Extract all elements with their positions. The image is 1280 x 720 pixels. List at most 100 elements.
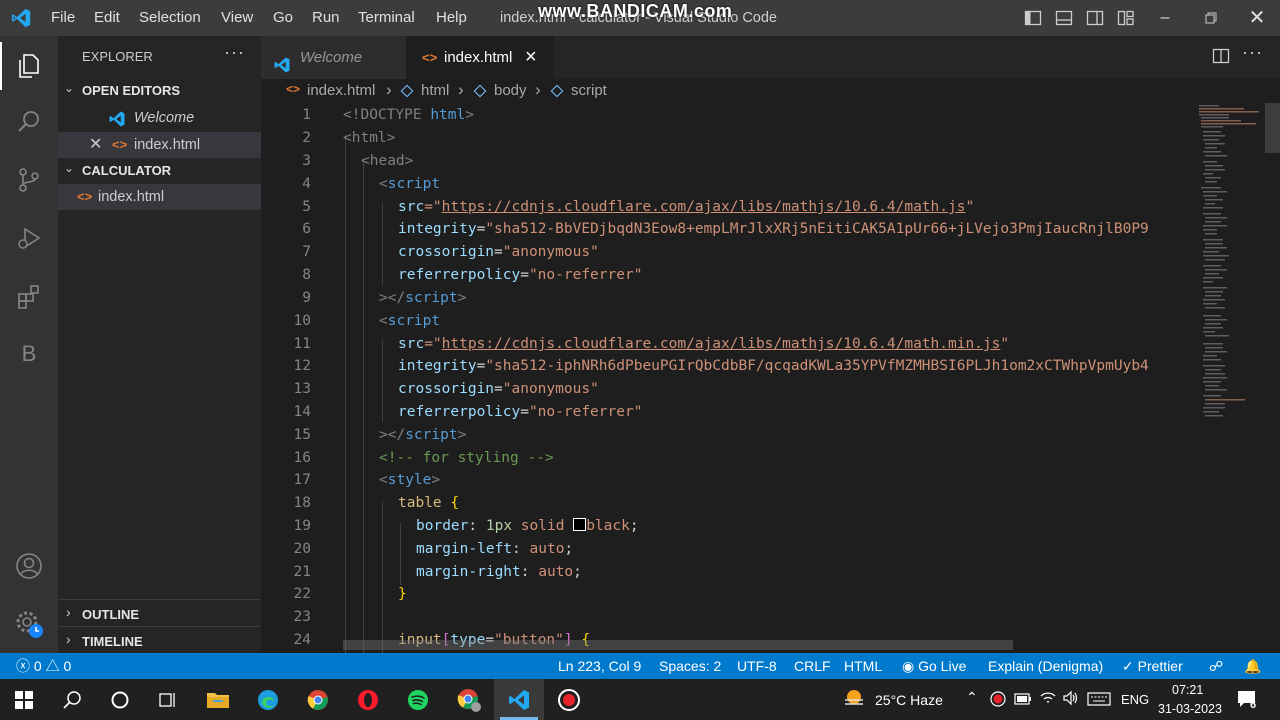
- input-language[interactable]: ENG: [1121, 692, 1149, 707]
- bandicam-tray-icon[interactable]: [990, 691, 1006, 707]
- weather-text[interactable]: 25°C Haze: [875, 692, 943, 708]
- close-icon[interactable]: ✕: [89, 132, 102, 158]
- timeline-section[interactable]: › TIMELINE: [58, 629, 261, 653]
- code-line: margin-left: auto;: [416, 541, 574, 557]
- divider: [58, 599, 261, 600]
- chrome-profile-icon[interactable]: [449, 679, 489, 720]
- search-icon[interactable]: [52, 679, 92, 720]
- tab-welcome[interactable]: Welcome: [261, 36, 406, 79]
- clock-date[interactable]: 31-03-2023: [1158, 702, 1222, 716]
- menu-selection[interactable]: Selection: [139, 0, 201, 36]
- chevron-up-icon[interactable]: ⌃: [966, 689, 978, 706]
- spotify-icon[interactable]: [398, 679, 438, 720]
- color-swatch[interactable]: [573, 518, 587, 531]
- toggle-secondary-sidebar-icon[interactable]: [1086, 9, 1104, 27]
- feedback-icon[interactable]: ☍: [1209, 653, 1223, 679]
- cortana-icon[interactable]: [100, 679, 140, 720]
- code-line: src="https://cdnjs.cloudflare.com/ajax/l…: [398, 199, 975, 215]
- search-icon[interactable]: [0, 98, 58, 146]
- menu-run[interactable]: Run: [312, 0, 340, 36]
- keyboard-icon[interactable]: [1087, 692, 1111, 706]
- clock-time[interactable]: 07:21: [1172, 683, 1203, 697]
- line-number: 7: [302, 244, 311, 260]
- bandicam-record-icon[interactable]: [549, 679, 589, 720]
- maximize-button[interactable]: [1188, 0, 1234, 36]
- menu-file[interactable]: File: [51, 0, 75, 36]
- indent-guide: [382, 340, 383, 422]
- encoding[interactable]: UTF-8: [737, 653, 777, 679]
- toggle-panel-icon[interactable]: [1055, 9, 1073, 27]
- file-index-html[interactable]: <> index.html: [58, 184, 261, 210]
- minimize-button[interactable]: –: [1142, 0, 1188, 36]
- more-actions-icon[interactable]: ···: [224, 42, 245, 63]
- source-control-icon[interactable]: [0, 156, 58, 204]
- windows-start-icon[interactable]: [4, 679, 44, 720]
- code-line: ></script>: [379, 427, 467, 443]
- account-icon[interactable]: [0, 542, 58, 590]
- indent-guide: [345, 135, 346, 653]
- language-mode[interactable]: HTML: [844, 653, 882, 679]
- breadcrumb-body[interactable]: body: [494, 82, 527, 99]
- code-line: crossorigin="anonymous": [398, 381, 599, 397]
- title-bar: File Edit Selection View Go Run Terminal…: [0, 0, 1280, 36]
- split-editor-icon[interactable]: [1212, 47, 1230, 65]
- chevron-down-icon: ⌄: [64, 161, 75, 175]
- opera-icon[interactable]: [348, 679, 388, 720]
- toggle-primary-sidebar-icon[interactable]: [1024, 9, 1042, 27]
- vscode-logo-icon[interactable]: [10, 7, 32, 29]
- prettier-button[interactable]: ✓ Prettier: [1122, 653, 1183, 679]
- indentation[interactable]: Spaces: 2: [659, 653, 721, 679]
- line-number: 14: [293, 404, 311, 420]
- vscode-icon[interactable]: [499, 679, 539, 720]
- folder-section[interactable]: ⌄ CALCULATOR: [58, 158, 261, 182]
- code-editor[interactable]: 1 2 3 4 5 6 7 8 9 10 11 12 13 14 15 16 1…: [261, 103, 1191, 653]
- open-editor-label: Welcome: [134, 110, 195, 126]
- tab-index-html[interactable]: <> index.html ×: [406, 36, 554, 79]
- outline-section[interactable]: › OUTLINE: [58, 602, 261, 626]
- chrome-icon[interactable]: [298, 679, 338, 720]
- breadcrumb-file[interactable]: index.html: [307, 82, 375, 99]
- open-editors-section[interactable]: ⌄ OPEN EDITORS: [58, 78, 261, 102]
- cursor-position[interactable]: Ln 223, Col 9: [558, 653, 641, 679]
- problems-indicator[interactable]: ⓧ 0 △ 0: [16, 653, 71, 679]
- vscode-icon: [108, 110, 126, 128]
- menu-help[interactable]: Help: [436, 0, 467, 36]
- vscode-icon: [273, 48, 291, 73]
- menu-edit[interactable]: Edit: [94, 0, 120, 36]
- weather-haze-icon[interactable]: [842, 687, 866, 711]
- settings-gear-icon[interactable]: [0, 600, 58, 648]
- chevron-down-icon: ⌄: [64, 81, 75, 95]
- more-actions-icon[interactable]: ···: [1242, 42, 1263, 63]
- edge-icon[interactable]: [248, 679, 288, 720]
- minimap[interactable]: [1191, 103, 1280, 653]
- menu-view[interactable]: View: [221, 0, 253, 36]
- file-explorer-icon[interactable]: [198, 679, 238, 720]
- b-extension-icon[interactable]: B: [0, 330, 58, 378]
- menu-go[interactable]: Go: [273, 0, 293, 36]
- open-editor-index-html[interactable]: ✕ <> index.html: [58, 132, 261, 158]
- wifi-icon[interactable]: [1039, 690, 1057, 706]
- extensions-icon[interactable]: [0, 272, 58, 320]
- breadcrumb-html[interactable]: html: [421, 82, 449, 99]
- vertical-scrollbar-thumb[interactable]: [1265, 103, 1280, 153]
- volume-icon[interactable]: [1062, 690, 1080, 706]
- customize-layout-icon[interactable]: [1117, 9, 1135, 27]
- breadcrumb-script[interactable]: script: [571, 82, 607, 99]
- go-live-button[interactable]: ◉ Go Live: [902, 653, 966, 679]
- code-line: ></script>: [379, 290, 467, 306]
- close-window-button[interactable]: ✕: [1234, 0, 1280, 36]
- battery-icon[interactable]: [1014, 692, 1032, 706]
- run-debug-icon[interactable]: [0, 214, 58, 262]
- explorer-icon[interactable]: [0, 42, 58, 90]
- line-number: 19: [293, 518, 311, 534]
- code-line: margin-right: auto;: [416, 564, 582, 580]
- explain-denigma[interactable]: Explain (Denigma): [988, 653, 1103, 679]
- tab-close-icon[interactable]: ×: [525, 36, 537, 79]
- menu-terminal[interactable]: Terminal: [358, 0, 415, 36]
- code-line: referrerpolicy="no-referrer": [398, 267, 643, 283]
- notifications-bell-icon[interactable]: 🔔: [1244, 653, 1261, 679]
- line-ending[interactable]: CRLF: [794, 653, 831, 679]
- open-editor-welcome[interactable]: Welcome: [58, 105, 261, 131]
- horizontal-scrollbar[interactable]: [343, 640, 1013, 650]
- task-view-icon[interactable]: [148, 679, 188, 720]
